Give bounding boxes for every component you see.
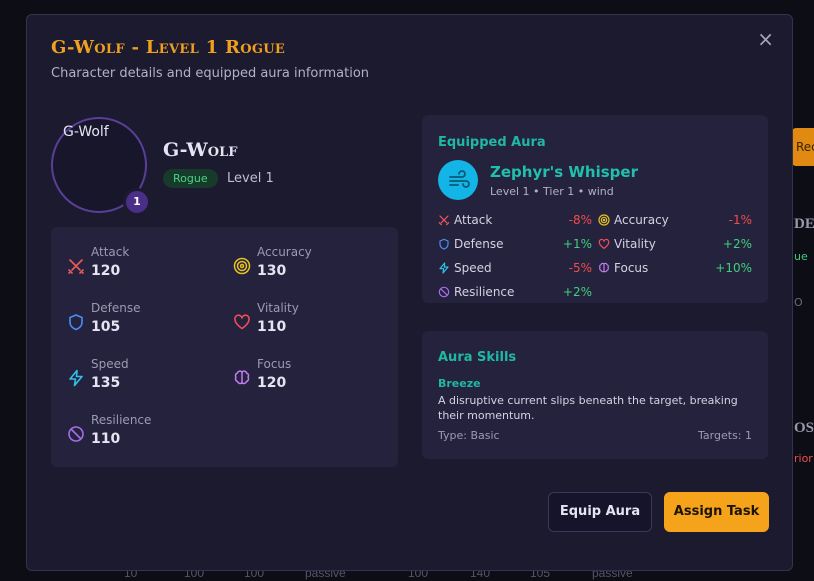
- lightning-icon: [439, 262, 449, 274]
- background-text: O: [794, 296, 803, 309]
- stat-speed: Speed 135: [67, 357, 217, 401]
- stat-value: 110: [91, 431, 121, 447]
- modifier-label: Focus: [614, 261, 649, 275]
- background-badge: ue: [794, 250, 808, 263]
- modifier-value: -8%: [568, 213, 592, 227]
- avatar-alt-text: G-Wolf: [63, 124, 109, 140]
- aura-modifier-speed: Speed -5%: [438, 261, 592, 277]
- modifier-label: Resilience: [454, 285, 515, 299]
- stat-label: Speed: [91, 357, 129, 371]
- aura-skills-header: Aura Skills: [438, 350, 517, 365]
- ban-icon: [438, 286, 450, 298]
- class-badge: Rogue: [163, 169, 218, 188]
- aura-name: Zephyr's Whisper: [490, 163, 638, 181]
- stat-resilience: Resilience 110: [67, 413, 217, 457]
- background-heading-2: OS: [794, 420, 814, 436]
- character-details-modal: × G-Wolf - Level 1 Rogue Character detai…: [26, 14, 793, 571]
- background-badge-2: rior: [794, 452, 813, 465]
- shield-icon: [69, 314, 83, 331]
- stat-value: 135: [91, 375, 121, 391]
- target-icon: [233, 257, 251, 275]
- background-heading: DEC: [794, 216, 814, 232]
- character-level: Level 1: [227, 171, 274, 186]
- brain-icon: [599, 262, 609, 273]
- wind-icon: [438, 160, 478, 200]
- stat-label: Attack: [91, 245, 130, 259]
- aura-modifier-vitality: Vitality +2%: [598, 237, 752, 253]
- stat-value: 105: [91, 319, 121, 335]
- skill-type: Type: Basic: [438, 429, 500, 442]
- modal-title: G-Wolf - Level 1 Rogue: [51, 37, 286, 58]
- modifier-value: -5%: [568, 261, 592, 275]
- aura-meta: Level 1 • Tier 1 • wind: [490, 185, 614, 198]
- stat-value: 120: [91, 263, 121, 279]
- skill-targets: Targets: 1: [698, 429, 752, 442]
- assign-task-button[interactable]: Assign Task: [664, 492, 769, 532]
- modal-subtitle: Character details and equipped aura info…: [51, 66, 370, 81]
- equipped-aura-header: Equipped Aura: [438, 135, 546, 150]
- modifier-value: +2%: [722, 237, 752, 251]
- stat-vitality: Vitality 110: [233, 301, 383, 345]
- heart-icon: [598, 238, 610, 249]
- brain-icon: [234, 370, 250, 385]
- modifier-label: Attack: [454, 213, 493, 227]
- stat-accuracy: Accuracy 130: [233, 245, 383, 289]
- level-badge: 1: [123, 188, 151, 216]
- ban-icon: [68, 426, 84, 442]
- aura-skills-card: Aura Skills Breeze A disruptive current …: [422, 331, 768, 459]
- equip-aura-button[interactable]: Equip Aura: [548, 492, 652, 532]
- heart-icon: [234, 314, 250, 330]
- swords-icon: [438, 215, 450, 226]
- aura-modifier-defense: Defense +1%: [438, 237, 592, 253]
- modifier-value: +2%: [562, 285, 592, 299]
- stat-label: Defense: [91, 301, 141, 315]
- modifier-value: +1%: [562, 237, 592, 251]
- stat-defense: Defense 105: [67, 301, 217, 345]
- modifier-label: Defense: [454, 237, 504, 251]
- lightning-icon: [69, 369, 83, 387]
- stat-focus: Focus 120: [233, 357, 383, 401]
- stat-value: 130: [257, 263, 287, 279]
- aura-modifier-attack: Attack -8%: [438, 213, 592, 229]
- background-recruit-button: Recrui: [792, 128, 814, 166]
- stat-attack: Attack 120: [67, 245, 217, 289]
- equipped-aura-card: Equipped Aura Zephyr's Whisper Level 1 •…: [422, 115, 768, 303]
- stat-label: Accuracy: [257, 245, 312, 259]
- shield-icon: [439, 238, 449, 250]
- modifier-value: +10%: [715, 261, 752, 275]
- aura-modifier-accuracy: Accuracy -1%: [598, 213, 752, 229]
- swords-icon: [68, 259, 84, 274]
- stat-label: Resilience: [91, 413, 152, 427]
- modifier-label: Accuracy: [614, 213, 669, 227]
- character-name: G-Wolf: [163, 139, 238, 161]
- stat-value: 120: [257, 375, 287, 391]
- stats-panel: Attack 120 Accuracy 130 Defense 105 Vita…: [51, 227, 398, 467]
- aura-modifier-resilience: Resilience +2%: [438, 285, 592, 301]
- modifier-label: Vitality: [614, 237, 656, 251]
- close-icon[interactable]: ×: [757, 29, 774, 49]
- aura-modifier-focus: Focus +10%: [598, 261, 752, 277]
- skill-name: Breeze: [438, 377, 481, 390]
- stat-value: 110: [257, 319, 287, 335]
- modifier-label: Speed: [454, 261, 492, 275]
- stat-label: Vitality: [257, 301, 299, 315]
- target-icon: [598, 214, 610, 226]
- skill-description: A disruptive current slips beneath the t…: [438, 394, 738, 422]
- modifier-value: -1%: [728, 213, 752, 227]
- stat-label: Focus: [257, 357, 292, 371]
